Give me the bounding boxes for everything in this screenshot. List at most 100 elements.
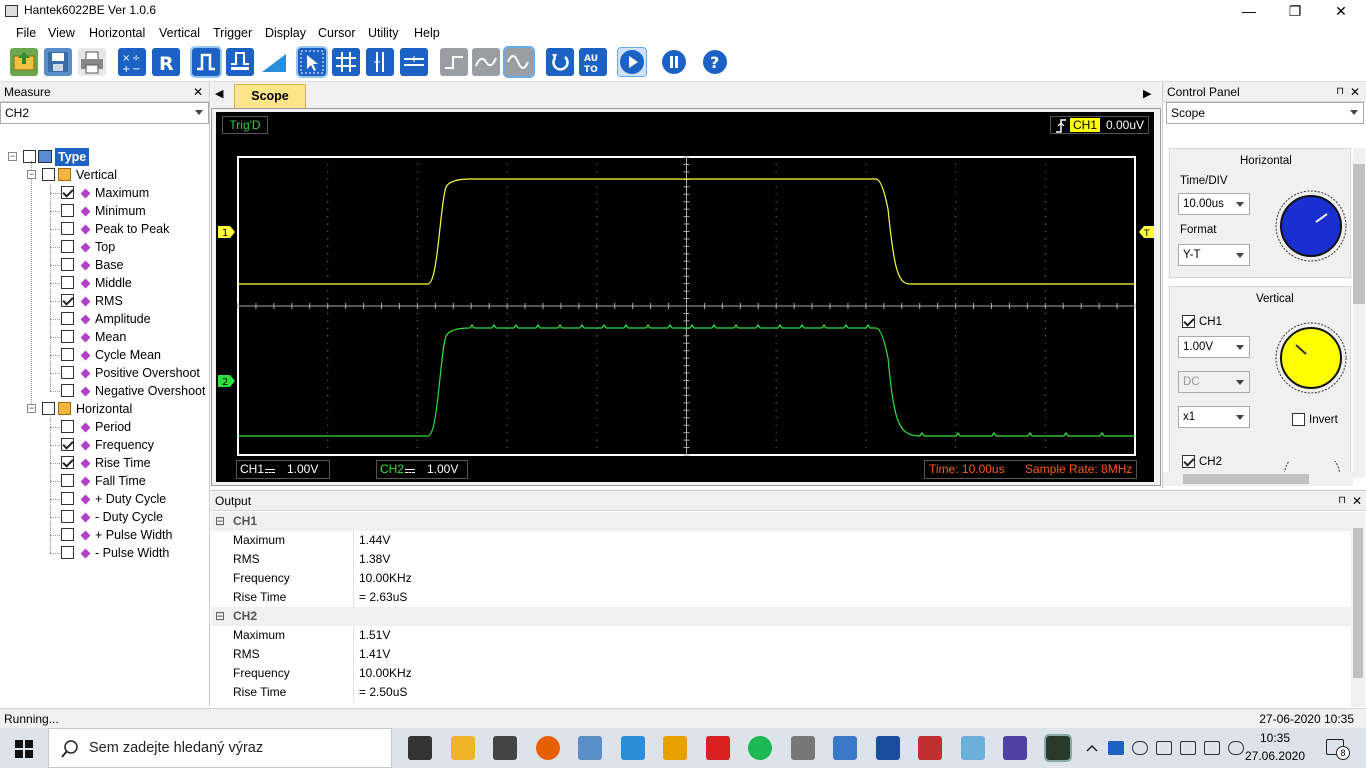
measure-item-checkbox[interactable] [61, 348, 74, 361]
measure-item[interactable]: Middle [0, 274, 209, 292]
menu-utility[interactable]: Utility [368, 26, 399, 40]
waveform-canvas[interactable]: 1 2 T [216, 112, 1154, 482]
measure-item-checkbox[interactable] [61, 366, 74, 379]
ramp-icon[interactable] [260, 48, 288, 76]
measure-item-checkbox[interactable] [61, 222, 74, 235]
ch1-volt-select[interactable]: 1.00V [1178, 336, 1250, 358]
measure-item[interactable]: - Duty Cycle [0, 508, 209, 526]
measure-item-checkbox[interactable] [61, 420, 74, 433]
format-select[interactable]: Y-T [1178, 244, 1250, 266]
collapse-icon[interactable]: ⊟ [215, 512, 225, 531]
control-vscrollbar[interactable] [1353, 148, 1365, 478]
menu-help[interactable]: Help [414, 26, 440, 40]
network-drive-icon[interactable] [578, 736, 602, 760]
menu-cursor[interactable]: Cursor [318, 26, 356, 40]
timediv-knob[interactable] [1274, 189, 1348, 263]
auto-set-icon[interactable]: AU TO [579, 48, 607, 76]
tab-scroll-left-icon[interactable]: ◀ [215, 87, 223, 100]
windows-start-icon[interactable] [15, 740, 33, 758]
tab-scope[interactable]: Scope [234, 84, 306, 108]
onedrive-icon[interactable] [1228, 741, 1244, 755]
tree-horizontal-checkbox[interactable] [42, 402, 55, 415]
measure-item[interactable]: Base [0, 256, 209, 274]
measure-item[interactable]: Amplitude [0, 310, 209, 328]
ch2-enable-checkbox[interactable] [1182, 455, 1195, 468]
file-explorer-icon[interactable] [450, 736, 475, 760]
vertical-cursor-icon[interactable] [366, 48, 394, 76]
taskbar-search[interactable]: Sem zadejte hledaný výraz [48, 728, 392, 768]
floppy-icon[interactable] [875, 736, 900, 760]
measure-item[interactable]: + Duty Cycle [0, 490, 209, 508]
collapse-icon[interactable]: − [27, 404, 36, 413]
oscilloscope-app-icon[interactable] [1043, 734, 1072, 762]
pencil-app-icon[interactable] [1003, 736, 1027, 760]
firefox-icon[interactable] [535, 736, 560, 760]
store-icon[interactable] [493, 736, 517, 760]
wifi-tool-icon[interactable] [705, 736, 730, 760]
measure-item-checkbox[interactable] [61, 438, 74, 451]
measure-item-checkbox[interactable] [61, 276, 74, 289]
timediv-select[interactable]: 10.00us [1178, 193, 1250, 215]
invert-checkbox[interactable] [1292, 413, 1305, 426]
remote-desktop-icon[interactable] [833, 736, 857, 760]
wave-icon[interactable] [472, 48, 500, 76]
measure-item[interactable]: Fall Time [0, 472, 209, 490]
measure-item[interactable]: Negative Overshoot [0, 382, 209, 400]
notification-icon[interactable]: 8 [1326, 739, 1350, 760]
close-icon[interactable]: ✕ [193, 82, 203, 102]
output-vscroll-thumb[interactable] [1353, 528, 1363, 678]
measure-item-checkbox[interactable] [61, 456, 74, 469]
measure-item[interactable]: Cycle Mean [0, 346, 209, 364]
control-hscroll-thumb[interactable] [1183, 474, 1309, 484]
menu-view[interactable]: View [48, 26, 75, 40]
ch1-volt-knob[interactable] [1274, 321, 1348, 395]
spotify-icon[interactable] [748, 736, 772, 760]
measure-item[interactable]: Frequency [0, 436, 209, 454]
paper-icon[interactable] [960, 736, 985, 760]
output-group[interactable]: ⊟ CH1 [211, 512, 1351, 531]
ch1-enable-checkbox[interactable] [1182, 315, 1195, 328]
measure-item-checkbox[interactable] [61, 546, 74, 559]
collapse-icon[interactable]: ⊟ [215, 607, 225, 626]
measure-item[interactable]: + Pulse Width [0, 526, 209, 544]
tab-scroll-right-icon[interactable]: ▶ [1143, 87, 1151, 100]
measure-item-checkbox[interactable] [61, 492, 74, 505]
restore-button[interactable]: ❐ [1272, 0, 1318, 22]
printer-app-icon[interactable] [790, 736, 815, 760]
close-button[interactable]: ✕ [1318, 0, 1364, 22]
monitor-icon[interactable] [1180, 741, 1196, 755]
menu-file[interactable]: File [16, 26, 36, 40]
measure-item[interactable]: - Pulse Width [0, 544, 209, 562]
grid-icon[interactable] [332, 48, 360, 76]
sine-icon[interactable] [503, 46, 535, 78]
minimize-button[interactable]: — [1226, 0, 1272, 22]
clock-time[interactable]: 10:35 [1250, 731, 1300, 745]
help-icon[interactable]: ? [701, 48, 729, 76]
measure-item-checkbox[interactable] [61, 384, 74, 397]
collapse-icon[interactable]: − [27, 170, 36, 179]
measure-item-checkbox[interactable] [61, 474, 74, 487]
step-icon[interactable] [440, 48, 468, 76]
collapse-icon[interactable]: − [8, 152, 17, 161]
measure-item[interactable]: Peak to Peak [0, 220, 209, 238]
tree-vertical-checkbox[interactable] [42, 168, 55, 181]
clock-date[interactable]: 27.06.2020 [1244, 749, 1306, 763]
normal-trigger-icon[interactable] [226, 48, 254, 76]
ch1-probe-select[interactable]: x1 [1178, 406, 1250, 428]
task-view-icon[interactable] [408, 736, 432, 760]
measure-item[interactable]: RMS [0, 292, 209, 310]
pen-icon[interactable] [663, 736, 687, 760]
measure-channel-select[interactable]: CH2 [0, 102, 209, 124]
print-icon[interactable] [78, 48, 106, 76]
control-vscroll-thumb[interactable] [1353, 164, 1365, 304]
measure-item[interactable]: Top [0, 238, 209, 256]
close-icon[interactable]: ✕ [1352, 491, 1362, 511]
reference-icon[interactable]: R [152, 48, 180, 76]
cursor-select-icon[interactable] [296, 46, 328, 78]
phone-icon[interactable] [620, 736, 645, 760]
menu-vertical[interactable]: Vertical [159, 26, 200, 40]
open-file-icon[interactable] [10, 48, 38, 76]
chevron-up-icon[interactable] [1084, 741, 1100, 755]
measure-item-checkbox[interactable] [61, 528, 74, 541]
measure-item-checkbox[interactable] [61, 186, 74, 199]
